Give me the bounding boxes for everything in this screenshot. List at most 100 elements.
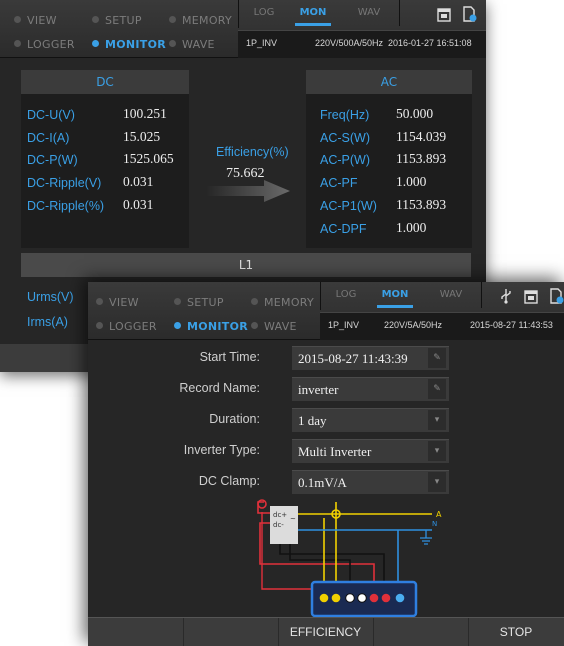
field-label: DC Clamp: (198, 474, 260, 488)
dc-title: DC (21, 70, 189, 94)
dc-row: DC-Ripple(V) (27, 175, 101, 190)
mode-view[interactable]: VIEW (96, 296, 139, 309)
ac-row: AC-P1(W) (320, 198, 377, 213)
efficiency-button[interactable]: EFFICIENCY (278, 618, 374, 646)
dc-row: DC-U(V) (27, 107, 75, 122)
record-name-input[interactable]: inverter (292, 377, 449, 401)
field-start-time: Start Time: 2015-08-27 11:43:39 ✎ (88, 346, 564, 370)
dot-icon (96, 298, 103, 305)
ac-value: 1153.893 (396, 197, 447, 212)
softkey-2[interactable] (183, 618, 279, 646)
file-transfer-icon[interactable] (462, 6, 477, 22)
ac-title: AC (306, 70, 472, 94)
info-bar: 1P_INV 220V/5A/50Hz 2015-08-27 11:43:53 (320, 312, 564, 340)
ac-symbol: ~ (290, 515, 296, 523)
tab-log[interactable]: LOG (249, 0, 279, 26)
ac-row: AC-P(W) (320, 152, 370, 167)
dot-icon (14, 16, 21, 23)
bottom-bar: EFFICIENCY STOP (88, 617, 564, 646)
range-setting: 220V/500A/50Hz (315, 38, 384, 48)
field-label: Record Name: (179, 381, 260, 395)
mode-logger[interactable]: LOGGER (14, 38, 75, 51)
mode-setup[interactable]: SETUP (92, 14, 142, 27)
dc-label: DC-Ripple(V) (27, 176, 102, 190)
mode-wave[interactable]: WAVE (169, 38, 215, 51)
dc-minus-label: dc- (273, 521, 284, 529)
tab-mon[interactable]: MON (295, 0, 331, 26)
chevron-down-icon[interactable]: ▾ (428, 410, 446, 430)
efficiency-label: Efficiency(%) (216, 145, 289, 159)
dot-icon (169, 16, 176, 23)
dc-clamp-select[interactable]: 0.1mV/A (292, 470, 449, 494)
dc-value: 15.025 (123, 129, 161, 144)
measure-mode: 1P_INV (328, 320, 360, 330)
tab-mon[interactable]: MON (377, 282, 413, 308)
datetime: 2016-01-27 16:51:08 (388, 38, 472, 48)
start-time-input[interactable]: 2015-08-27 11:43:39 (292, 346, 449, 370)
dc-value: 0.031 (123, 174, 154, 189)
stop-button[interactable]: STOP (468, 618, 564, 646)
ac-value: 1.000 (396, 174, 427, 189)
dc-label: DC-U(V) (27, 108, 75, 122)
mode-memory[interactable]: MEMORY (251, 296, 314, 309)
dc-row: DC-Ripple(%) (27, 198, 104, 213)
chevron-down-icon[interactable]: ▾ (428, 472, 446, 492)
dot-icon (251, 298, 258, 305)
tab-strip: LOG MON WAV (320, 282, 564, 310)
calendar-icon[interactable] (437, 6, 451, 22)
top-bar: VIEW SETUP MEMORY LOGGER MONITOR WAVE LO… (88, 282, 564, 340)
ac-label: AC-DPF (320, 222, 367, 236)
ac-value: 1153.893 (396, 151, 447, 166)
ac-row: AC-PF (320, 175, 358, 190)
mode-monitor[interactable]: MONITOR (92, 38, 166, 51)
tab-strip: LOG MON WAV (238, 0, 487, 28)
field-label: Start Time: (199, 350, 260, 364)
dc-value: 0.031 (123, 197, 154, 212)
mode-logger[interactable]: LOGGER (96, 320, 157, 333)
irms-label: Irms(A) (27, 315, 68, 329)
ac-value: 1.000 (396, 220, 427, 235)
tab-wav[interactable]: WAV (339, 0, 400, 26)
duration-select[interactable]: 1 day (292, 408, 449, 432)
range-setting: 220V/5A/50Hz (384, 320, 443, 330)
monitor-window: VIEW SETUP MEMORY LOGGER MONITOR WAVE LO… (88, 282, 564, 646)
dot-icon (14, 40, 21, 47)
edit-icon[interactable]: ✎ (428, 379, 446, 399)
tab-log[interactable]: LOG (331, 282, 361, 308)
measure-mode: 1P_INV (246, 38, 278, 48)
field-duration: Duration: 1 day ▾ (88, 408, 564, 432)
mode-menu: VIEW SETUP MEMORY LOGGER MONITOR WAVE (0, 0, 238, 57)
softkey-1[interactable] (88, 618, 184, 646)
toolbar-icons (493, 288, 564, 308)
inverter-type-select[interactable]: Multi Inverter (292, 439, 449, 463)
ac-row: Freq(Hz) (320, 107, 369, 122)
softkey-4[interactable] (373, 618, 469, 646)
dot-icon (96, 322, 103, 329)
mode-memory[interactable]: MEMORY (169, 14, 232, 27)
dot-icon (251, 322, 258, 329)
ac-label: Freq(Hz) (320, 108, 370, 122)
field-label: Inverter Type: (183, 443, 260, 457)
mode-monitor[interactable]: MONITOR (174, 320, 248, 333)
mode-wave[interactable]: WAVE (251, 320, 297, 333)
line-a-label: A (436, 510, 442, 519)
ac-label: AC-P1(W) (320, 199, 377, 213)
ac-label: AC-PF (320, 176, 358, 190)
field-dc-clamp: DC Clamp: 0.1mV/A ▾ (88, 470, 564, 494)
mode-view[interactable]: VIEW (14, 14, 57, 27)
mode-setup[interactable]: SETUP (174, 296, 224, 309)
tab-wav[interactable]: WAV (421, 282, 482, 308)
usb-icon[interactable] (499, 288, 513, 304)
wiring-diagram: dc+ dc- ~ A N (257, 499, 442, 618)
edit-icon[interactable]: ✎ (428, 348, 446, 368)
urms-label: Urms(V) (27, 290, 74, 304)
dot-icon (92, 16, 99, 23)
toolbar-icons (431, 6, 477, 26)
ac-row: AC-S(W) (320, 130, 370, 145)
calendar-icon[interactable] (524, 288, 538, 304)
dot-icon (174, 322, 181, 329)
file-transfer-icon[interactable] (549, 288, 564, 304)
chevron-down-icon[interactable]: ▾ (428, 441, 446, 461)
ac-label: AC-P(W) (320, 153, 370, 167)
phase-tab-l1[interactable]: L1 (21, 253, 471, 277)
